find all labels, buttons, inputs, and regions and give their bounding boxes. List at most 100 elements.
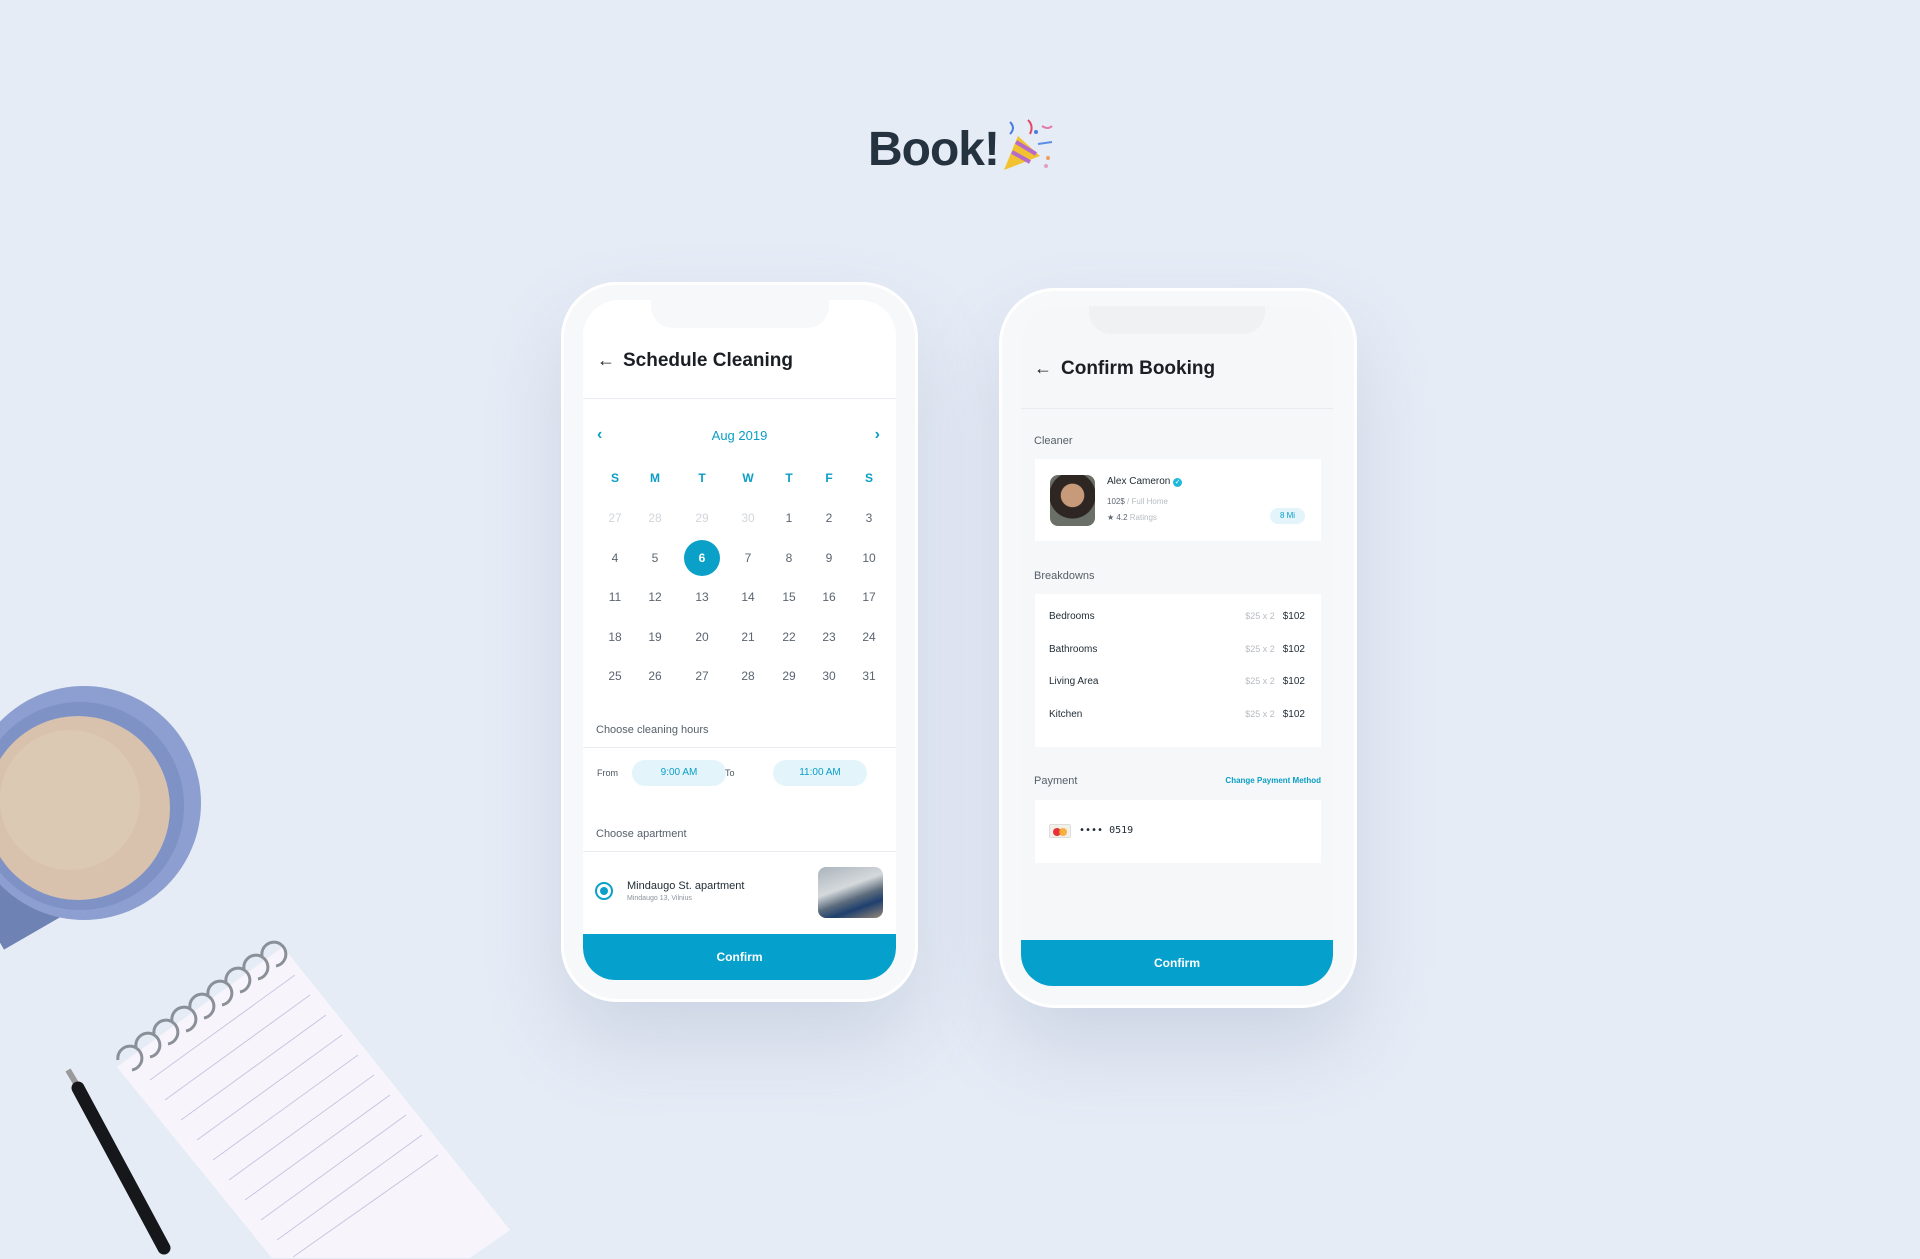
calendar-day[interactable]: 25 — [595, 669, 635, 683]
calendar-day[interactable]: 22 — [769, 630, 809, 644]
divider — [583, 747, 896, 748]
calendar-day[interactable]: 4 — [595, 551, 635, 565]
desk-decor — [0, 686, 510, 1258]
from-time-input[interactable]: 9:00 AM — [632, 760, 726, 786]
breakdown-total: $102 — [1282, 708, 1305, 720]
weekday-label: S — [864, 471, 873, 485]
breakdown-row: Living Area $25 x 2 $102 — [1049, 676, 1305, 687]
calendar-day[interactable]: 27 — [682, 669, 722, 683]
calendar-day[interactable]: 1 — [769, 511, 809, 525]
apartment-label: Choose apartment — [596, 828, 687, 840]
cleaner-card[interactable]: Alex Cameron ✓ 102$ / Full Home ★ 4.2 Ra… — [1035, 459, 1321, 541]
breakdown-name: Kitchen — [1049, 708, 1083, 720]
calendar-day[interactable]: 20 — [682, 630, 722, 644]
page-title: Book! — [868, 123, 1000, 176]
calendar-day[interactable]: 17 — [849, 590, 889, 604]
phone-schedule: ← Schedule Cleaning ‹ Aug 2019 › SMTWTFS… — [561, 282, 918, 1002]
calendar-day[interactable]: 12 — [635, 590, 675, 604]
cleaner-name: Alex Cameron ✓ — [1107, 476, 1183, 487]
hours-label: Choose cleaning hours — [596, 724, 709, 736]
card-number: •••• 0519 — [1079, 825, 1134, 836]
calendar-day[interactable]: 7 — [728, 551, 768, 565]
calendar-day[interactable]: 21 — [728, 630, 768, 644]
calendar-day[interactable]: 31 — [849, 669, 889, 683]
cleaner-avatar — [1050, 475, 1095, 526]
breakdown-name: Bedrooms — [1049, 611, 1095, 622]
calendar-day[interactable]: 16 — [809, 590, 849, 604]
apartment-address: Mindaugo 13, Vilnius — [627, 895, 692, 902]
calendar-day[interactable]: 14 — [728, 590, 768, 604]
to-label: To — [725, 768, 735, 778]
divider — [583, 851, 896, 852]
cleaner-label: Cleaner — [1034, 435, 1073, 447]
breakdown-unit: $25 x 2 — [1245, 643, 1275, 654]
apartment-photo — [818, 867, 883, 918]
breakdown-total: $102 — [1282, 611, 1305, 622]
weekday-label: M — [650, 471, 660, 485]
breakdowns-label: Breakdowns — [1034, 570, 1095, 582]
month-label: Aug 2019 — [711, 428, 768, 443]
calendar-day[interactable]: 23 — [809, 630, 849, 644]
to-time-input[interactable]: 11:00 AM — [773, 760, 867, 786]
calendar-day[interactable]: 24 — [849, 630, 889, 644]
breakdown-unit: $25 x 2 — [1245, 611, 1275, 621]
calendar-day[interactable]: 29 — [682, 511, 722, 525]
calendar-day[interactable]: 15 — [769, 590, 809, 604]
calendar-day[interactable]: 9 — [809, 551, 849, 565]
calendar-day[interactable]: 28 — [728, 669, 768, 683]
party-popper-icon — [1004, 119, 1053, 170]
payment-card[interactable]: •••• 0519 — [1035, 800, 1321, 863]
calendar-day[interactable]: 29 — [769, 669, 809, 683]
back-arrow-icon[interactable]: ← — [1034, 358, 1052, 379]
breakdown-row: Bathrooms $25 x 2 $102 — [1049, 644, 1305, 655]
calendar-day[interactable]: 28 — [635, 511, 675, 525]
mastercard-icon — [1049, 824, 1071, 838]
cleaner-price: 102$ / Full Home — [1107, 497, 1168, 506]
breakdowns-card: Bedrooms $25 x 2 $102 Bathrooms $25 x 2 $102 L… — [1035, 594, 1321, 747]
booking-screen: ← Confirm Booking Cleaner Alex Cameron ✓… — [1021, 306, 1333, 988]
apartment-radio[interactable] — [595, 882, 613, 900]
breakdown-row: Bedrooms $25 x 2 $102 — [1049, 611, 1305, 622]
next-month-icon[interactable]: › — [875, 426, 880, 444]
notebook — [116, 940, 510, 1258]
confirm-button[interactable]: Confirm — [583, 934, 896, 980]
calendar-day[interactable]: 30 — [728, 511, 768, 525]
coffee-cup — [0, 686, 201, 950]
cleaner-rating: ★ 4.2 Ratings — [1107, 513, 1157, 522]
breakdown-unit: $25 x 2 — [1245, 676, 1275, 686]
breakdown-name: Living Area — [1049, 676, 1099, 687]
calendar-day[interactable]: 10 — [849, 551, 889, 565]
breakdown-name: Bathrooms — [1049, 643, 1098, 655]
payment-label: Payment — [1034, 775, 1078, 787]
calendar-day[interactable]: 26 — [635, 669, 675, 683]
calendar-day[interactable]: 2 — [809, 511, 849, 525]
calendar-day[interactable]: 27 — [595, 511, 635, 525]
phone-notch — [651, 300, 829, 328]
calendar-day[interactable]: 8 — [769, 551, 809, 565]
apartment-name: Mindaugo St. apartment — [627, 880, 745, 892]
breakdown-unit: $25 x 2 — [1245, 708, 1275, 719]
phone-booking: ← Confirm Booking Cleaner Alex Cameron ✓… — [999, 288, 1357, 1008]
verified-icon: ✓ — [1173, 478, 1183, 487]
confirm-button[interactable]: Confirm — [1021, 940, 1333, 986]
weekday-label: T — [698, 471, 706, 485]
weekday-label: S — [610, 471, 619, 485]
star-icon: ★ — [1107, 513, 1115, 522]
calendar-day[interactable]: 5 — [635, 551, 675, 565]
breakdown-total: $102 — [1282, 676, 1305, 687]
calendar-day[interactable]: 11 — [595, 590, 635, 604]
divider — [1021, 408, 1333, 409]
calendar-day[interactable]: 19 — [635, 630, 675, 644]
calendar-day[interactable]: 3 — [849, 511, 889, 525]
back-arrow-icon[interactable]: ← — [597, 350, 615, 371]
change-payment-link[interactable]: Change Payment Method — [1225, 776, 1321, 785]
calendar-day[interactable]: 13 — [682, 590, 722, 604]
breakdown-row: Kitchen $25 x 2 $102 — [1049, 709, 1305, 720]
calendar-day[interactable]: 30 — [809, 669, 849, 683]
divider — [583, 398, 896, 399]
calendar-day-selected[interactable]: 6 — [684, 539, 720, 576]
weekday-label: F — [825, 471, 833, 485]
weekday-label: W — [742, 471, 754, 485]
calendar-day[interactable]: 18 — [595, 630, 635, 644]
breakdown-total: $102 — [1282, 643, 1305, 655]
